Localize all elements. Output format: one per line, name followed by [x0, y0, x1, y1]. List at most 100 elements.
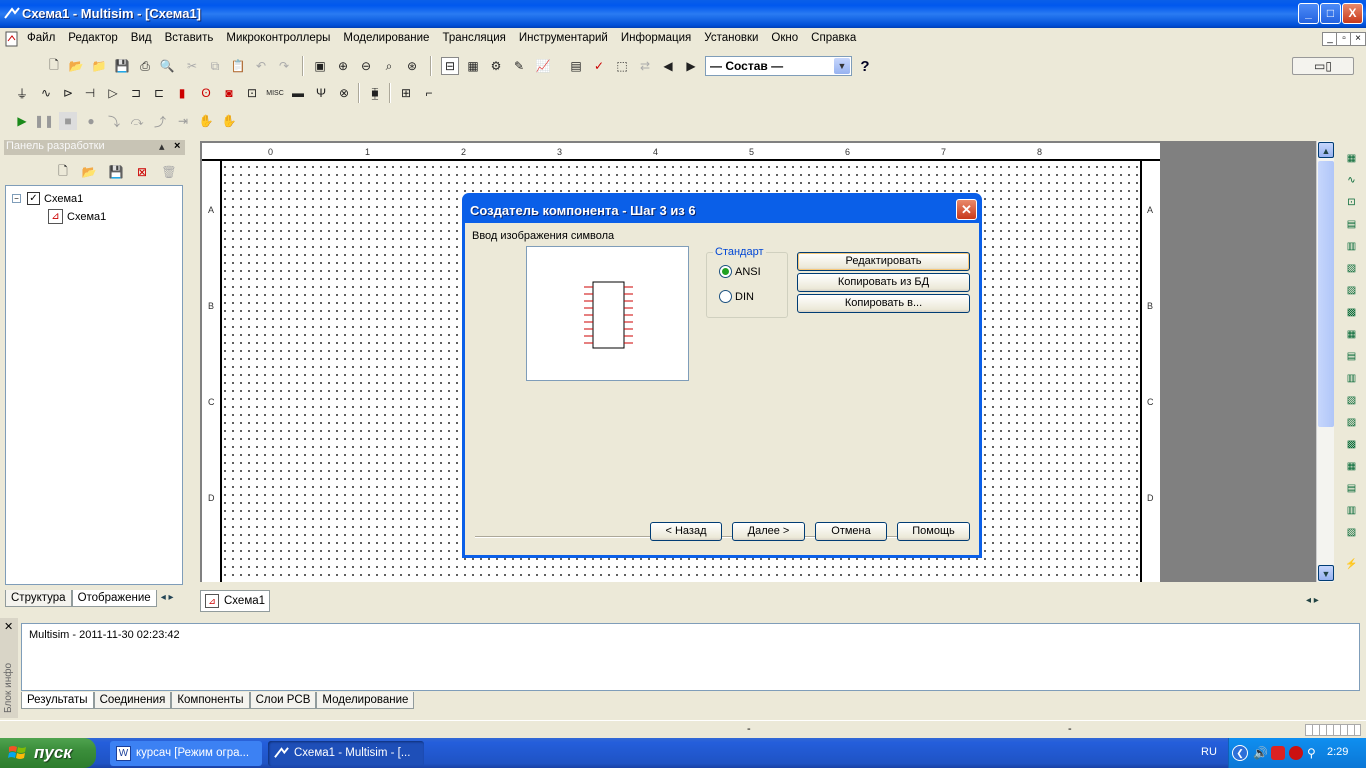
- tray-expand-icon[interactable]: ❮: [1232, 745, 1248, 761]
- rf-icon[interactable]: Ψ: [312, 84, 330, 102]
- tree-node-root[interactable]: − ✓ Схема1: [12, 192, 83, 205]
- source-icon[interactable]: ⏚: [13, 84, 31, 102]
- tab-hierarchy[interactable]: Структура: [5, 590, 72, 607]
- redo-icon[interactable]: ↷: [275, 57, 293, 75]
- tree-node-child[interactable]: ⊿ Схема1: [48, 209, 106, 224]
- radio-selected-icon[interactable]: [719, 265, 732, 278]
- open-folder-icon[interactable]: 📂: [67, 57, 85, 75]
- paste-icon[interactable]: 📋: [229, 57, 247, 75]
- task-button-word[interactable]: W курсач [Режим огра...: [110, 741, 262, 766]
- design-toolbox-icon[interactable]: ⊟: [441, 57, 459, 75]
- network-analyzer-icon[interactable]: ▩: [1343, 439, 1360, 456]
- cut-icon[interactable]: ✂: [183, 57, 201, 75]
- tab-visibility[interactable]: Отображение: [71, 590, 157, 607]
- mixed-icon[interactable]: ʘ: [197, 84, 215, 102]
- sheet-tabs-scroll-icon[interactable]: ◂ ▸: [1306, 595, 1319, 606]
- function-generator-icon[interactable]: ∿: [1343, 175, 1360, 192]
- zoom-in-icon[interactable]: ⊕: [334, 57, 352, 75]
- mdi-close-icon[interactable]: ×: [1350, 32, 1366, 46]
- hierarchical-block-icon[interactable]: ⊞: [397, 84, 415, 102]
- run-icon[interactable]: ▶: [13, 112, 31, 130]
- panel-close-icon[interactable]: ×: [174, 140, 180, 152]
- diode-icon[interactable]: ⊳: [59, 84, 77, 102]
- vertical-scrollbar[interactable]: ▲ ▼: [1316, 141, 1334, 582]
- scroll-down-icon[interactable]: ▼: [1318, 565, 1334, 581]
- back-button[interactable]: < Назад: [650, 522, 722, 541]
- clock[interactable]: 2:29: [1327, 746, 1348, 758]
- pause-icon[interactable]: ❚❚: [34, 112, 54, 130]
- close-button[interactable]: X: [1342, 3, 1363, 24]
- menu-help[interactable]: Справка: [811, 32, 856, 44]
- close-icon[interactable]: ✕: [4, 620, 13, 633]
- frequency-counter-icon[interactable]: ▨: [1343, 285, 1360, 302]
- delete-document-icon[interactable]: 🗑: [160, 163, 178, 181]
- step-over-icon[interactable]: ⤼: [128, 112, 146, 130]
- indicator-icon[interactable]: ◙: [220, 84, 238, 102]
- menu-tools[interactable]: Инструментарий: [519, 32, 608, 44]
- scroll-up-icon[interactable]: ▲: [1318, 142, 1334, 158]
- advanced-peripherals-icon[interactable]: ▬: [289, 84, 307, 102]
- document-icon[interactable]: [4, 31, 20, 47]
- misc-icon[interactable]: MISC: [266, 84, 284, 102]
- bus-icon[interactable]: ⌐: [420, 84, 438, 102]
- menu-insert[interactable]: Вставить: [165, 32, 214, 44]
- chevron-down-icon[interactable]: ▼: [834, 58, 850, 74]
- agilent-generator-icon[interactable]: ▦: [1343, 461, 1360, 478]
- erc-icon[interactable]: ✓: [590, 57, 608, 75]
- back-annotate-ultiboard-icon[interactable]: ◀: [659, 57, 677, 75]
- agilent-multimeter-icon[interactable]: ▤: [1343, 483, 1360, 500]
- new-file-icon[interactable]: 🗋: [45, 57, 63, 75]
- menu-view[interactable]: Вид: [131, 32, 152, 44]
- backannotate-icon[interactable]: ⇄: [636, 57, 654, 75]
- select-area-icon[interactable]: ⬚: [613, 57, 631, 75]
- database-manager-icon[interactable]: ⚙: [487, 57, 505, 75]
- forward-annotate-icon[interactable]: ▶: [682, 57, 700, 75]
- spectrum-analyzer-icon[interactable]: ▨: [1343, 417, 1360, 434]
- start-button[interactable]: пуск: [0, 738, 96, 768]
- menu-transfer[interactable]: Трансляция: [442, 32, 505, 44]
- multimeter-icon[interactable]: ▦: [1343, 153, 1360, 170]
- ttl-icon[interactable]: ⊐: [127, 84, 145, 102]
- zoom-out-icon[interactable]: ⊖: [357, 57, 375, 75]
- checkbox-icon[interactable]: ✓: [27, 192, 40, 205]
- toggle-breakpoint-icon[interactable]: ✋: [197, 112, 215, 130]
- print-icon[interactable]: ⎙: [136, 57, 154, 75]
- tab-simulation[interactable]: Моделирование: [316, 692, 415, 709]
- close-document-icon[interactable]: ⊠: [133, 163, 151, 181]
- transistor-icon[interactable]: ⊣: [81, 84, 99, 102]
- next-button[interactable]: Далее >: [732, 522, 805, 541]
- open-samples-icon[interactable]: 📁: [90, 57, 108, 75]
- misc-digital-icon[interactable]: ▮: [173, 84, 191, 102]
- menu-options[interactable]: Установки: [704, 32, 758, 44]
- tab-nets[interactable]: Соединения: [93, 692, 172, 709]
- sheet-tab[interactable]: ⊿ Схема1: [200, 590, 271, 612]
- zoom-fit-icon[interactable]: ⊛: [403, 57, 421, 75]
- din-radio[interactable]: DIN: [719, 290, 754, 303]
- menu-editor[interactable]: Редактор: [68, 32, 118, 44]
- logic-analyzer-icon[interactable]: ▦: [1343, 329, 1360, 346]
- run-to-cursor-icon[interactable]: ⇥: [174, 112, 192, 130]
- print-preview-icon[interactable]: 🔍: [158, 57, 176, 75]
- copy-to-button[interactable]: Копировать в...: [797, 294, 970, 313]
- edit-button[interactable]: Редактировать: [797, 252, 970, 271]
- radio-unselected-icon[interactable]: [719, 290, 732, 303]
- word-generator-icon[interactable]: ▩: [1343, 307, 1360, 324]
- menu-window[interactable]: Окно: [771, 32, 798, 44]
- instrument-toggle-icon[interactable]: ▭▯: [1292, 57, 1354, 75]
- save-document-icon[interactable]: 💾: [107, 163, 125, 181]
- distortion-analyzer-icon[interactable]: ▧: [1343, 395, 1360, 412]
- mcu-icon[interactable]: ⧯: [366, 84, 384, 102]
- copy-icon[interactable]: ⧉: [206, 57, 224, 75]
- menu-microcontrollers[interactable]: Микроконтроллеры: [226, 32, 330, 44]
- step-into-icon[interactable]: ⤵: [105, 112, 123, 130]
- minimize-button[interactable]: _: [1298, 3, 1319, 24]
- basic-icon[interactable]: ∿: [37, 84, 55, 102]
- language-indicator[interactable]: RU: [1201, 746, 1217, 758]
- tektronix-oscilloscope-icon[interactable]: ▧: [1343, 527, 1360, 544]
- cmos-icon[interactable]: ⊏: [150, 84, 168, 102]
- tab-pcb-layers[interactable]: Слои PCB: [249, 692, 317, 709]
- undo-icon[interactable]: ↶: [252, 57, 270, 75]
- new-document-icon[interactable]: 🗋: [54, 163, 72, 181]
- bode-plotter-icon[interactable]: ▧: [1343, 263, 1360, 280]
- agilent-oscilloscope-icon[interactable]: ▥: [1343, 505, 1360, 522]
